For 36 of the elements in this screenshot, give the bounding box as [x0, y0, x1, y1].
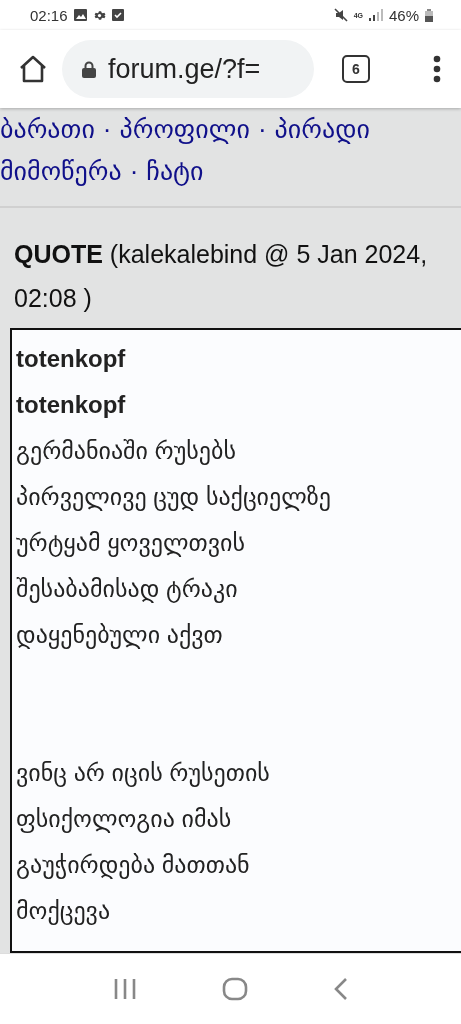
- back-icon[interactable]: [332, 977, 349, 1001]
- separator-dot: ·: [102, 114, 112, 144]
- quote-text-line: შესაბამისად ტრაკი: [16, 574, 239, 605]
- mute-icon: [333, 8, 348, 22]
- lock-icon: [82, 60, 96, 78]
- tab-count-button[interactable]: 6: [342, 55, 370, 83]
- more-menu-icon[interactable]: [433, 55, 441, 83]
- battery-icon: [425, 8, 433, 22]
- nav-link[interactable]: ჩატი: [146, 156, 204, 186]
- nav-link[interactable]: პირადი: [274, 114, 370, 144]
- separator-dot: ·: [129, 156, 139, 186]
- quote-text-line: მოქცევა: [16, 896, 112, 927]
- signal-icon: [368, 9, 383, 21]
- quoted-author: totenkopf: [16, 390, 127, 420]
- nav-link[interactable]: ბარათი: [0, 114, 95, 144]
- address-bar[interactable]: forum.ge/?f=: [62, 40, 314, 98]
- quote-text-line: გერმანიაში რუსებს: [16, 436, 237, 467]
- checkbox-icon: [111, 9, 124, 21]
- recent-apps-icon[interactable]: [112, 978, 137, 1000]
- home-button-icon[interactable]: [221, 977, 248, 1001]
- settings-icon: [92, 8, 106, 22]
- quote-text-line: გაუჭირდება მათთან: [16, 850, 251, 881]
- quote-text-line: დაყენებული აქვთ: [16, 620, 224, 651]
- quote-text-line: ფსიქოლოგია იმას: [16, 804, 233, 835]
- separator-dot: ·: [257, 114, 267, 144]
- battery-level: 46%: [388, 6, 419, 24]
- nav-link[interactable]: პროფილი: [119, 114, 250, 144]
- home-icon[interactable]: [18, 55, 48, 83]
- image-icon: [73, 9, 87, 21]
- quote-text-line: პირველივე ცუდ საქციელზე: [16, 482, 332, 513]
- status-time: 02:16: [30, 6, 68, 24]
- quoted-author: totenkopf: [16, 344, 127, 374]
- quote-text-line: ურტყამ ყოველთვის: [16, 528, 246, 559]
- quote-text-line: ვინც არ იცის რუსეთის: [16, 758, 271, 789]
- quote-header: QUOTE (kalekalebind @ 5 Jan 2024, 02:08 ): [14, 240, 428, 312]
- nav-link[interactable]: მიმოწერა: [0, 156, 122, 186]
